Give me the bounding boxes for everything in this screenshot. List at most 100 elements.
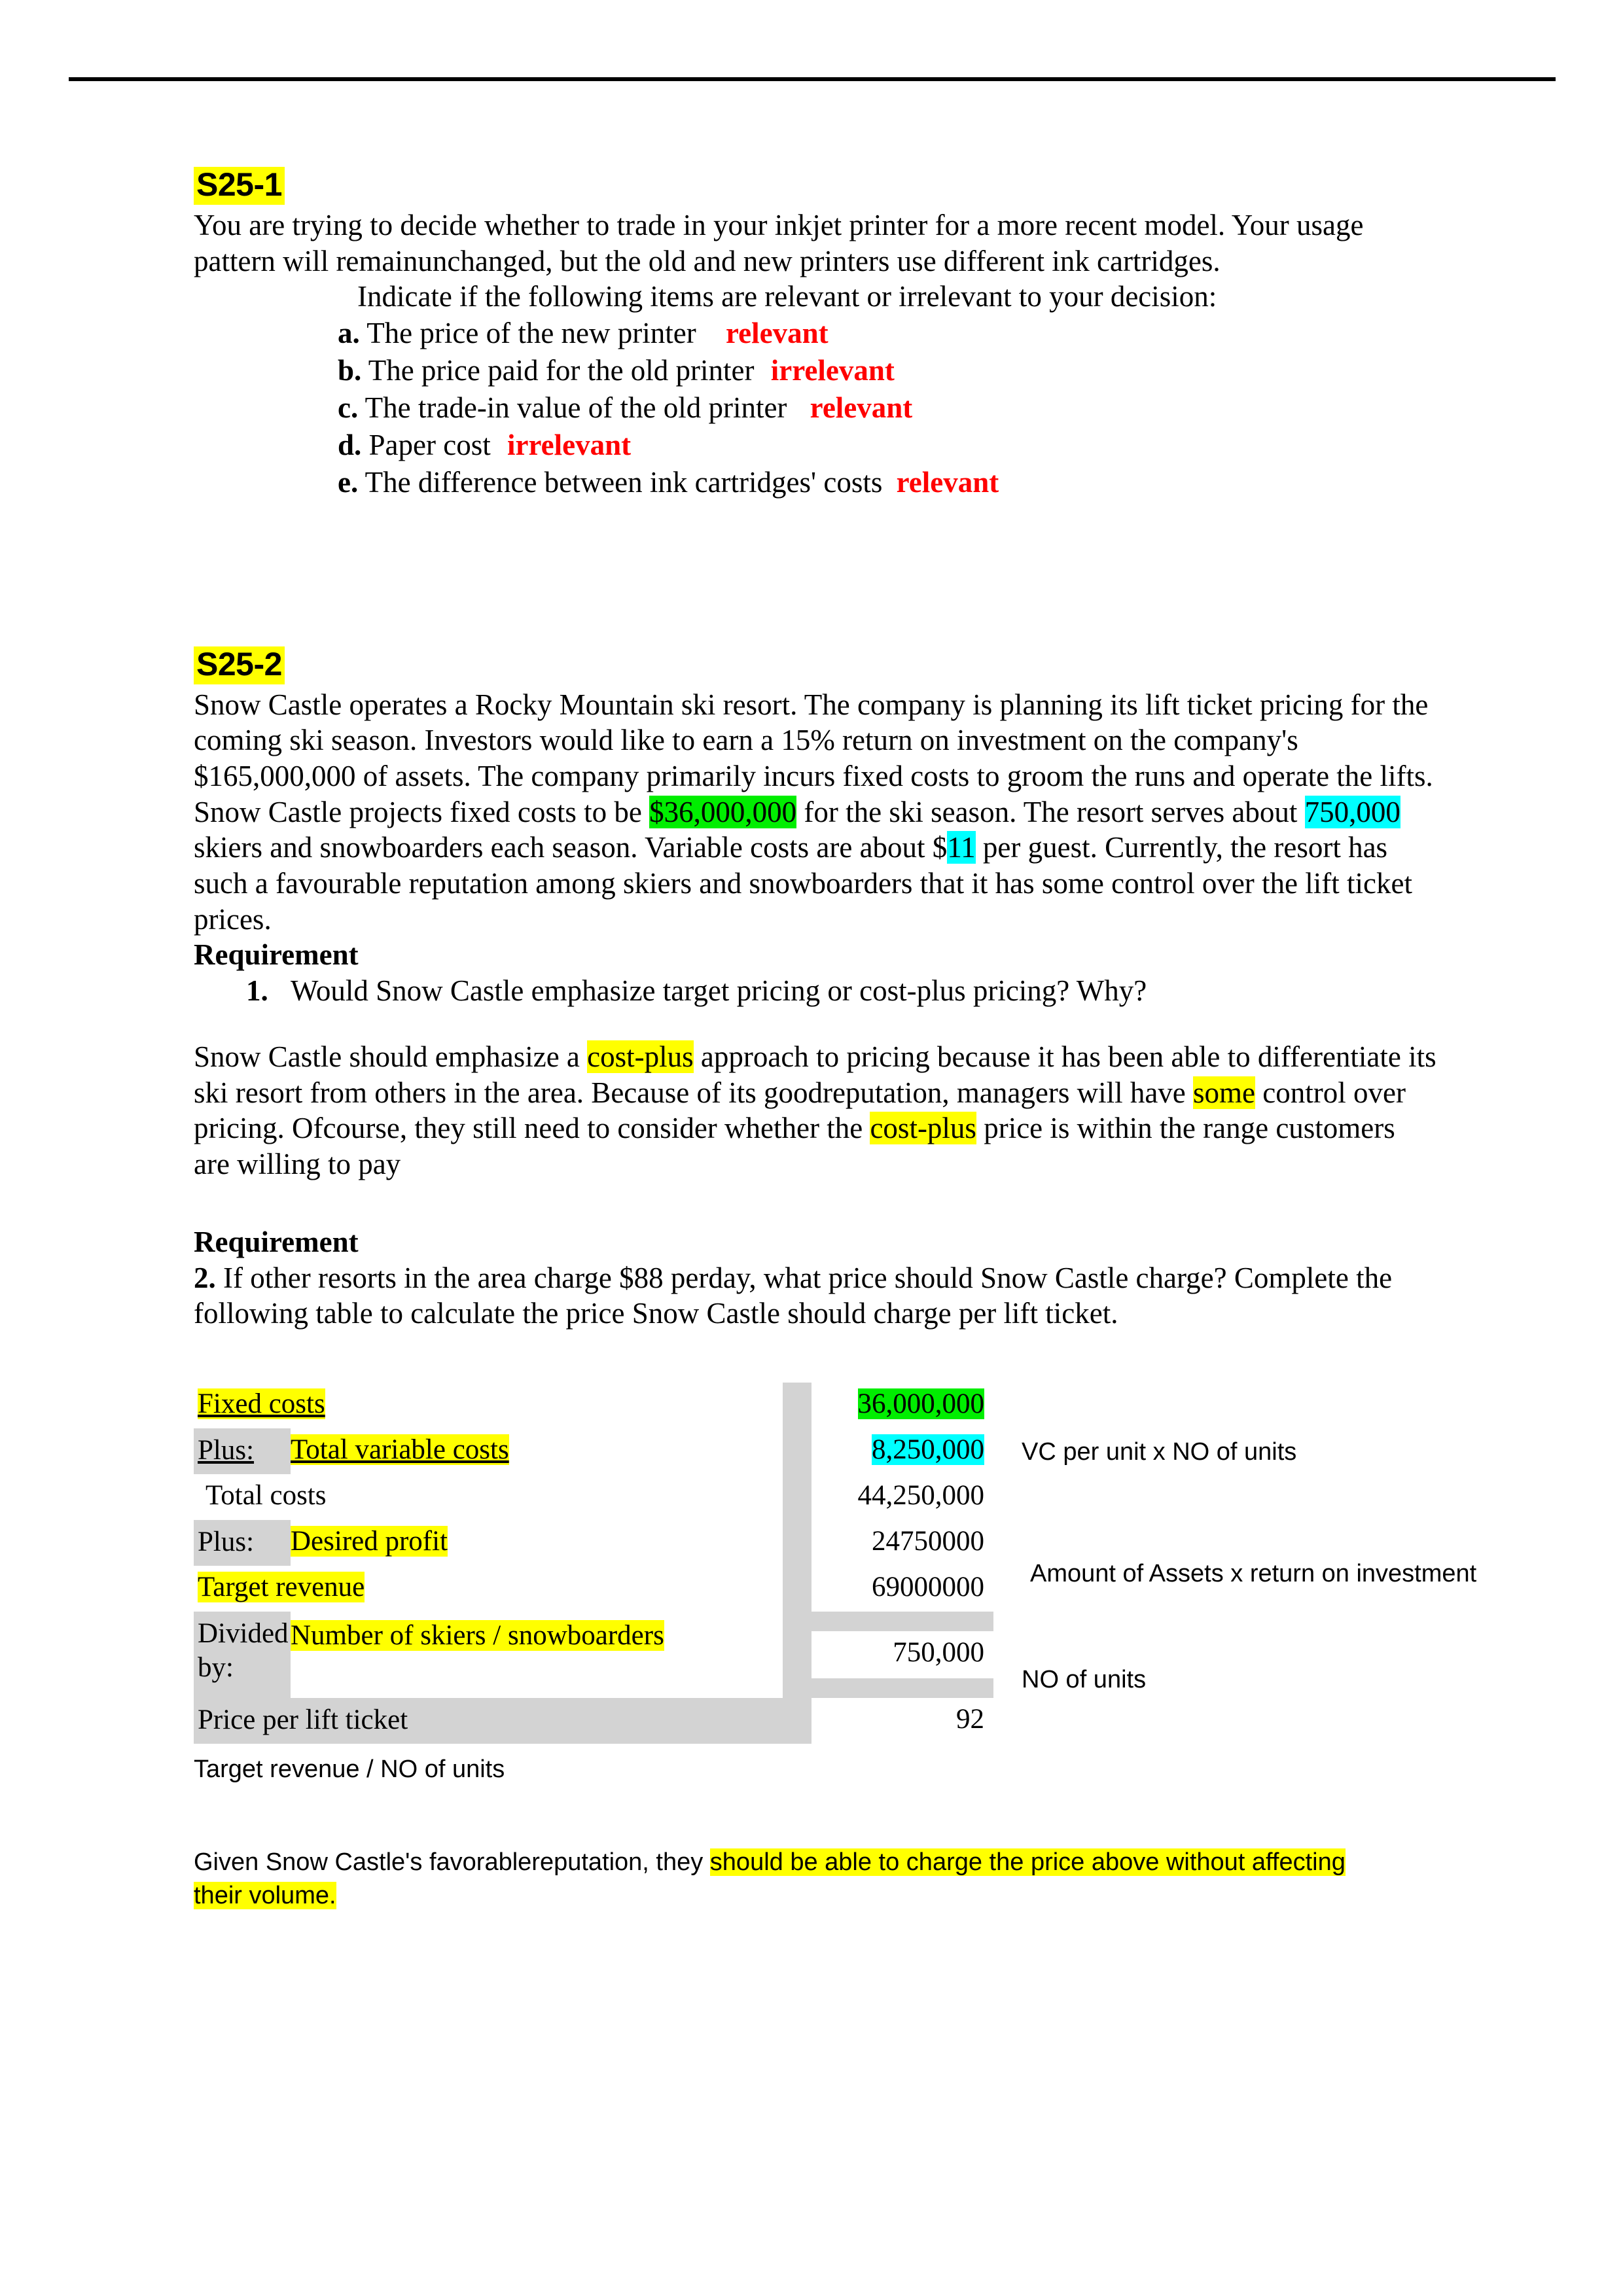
table-row: Plus: Desired profit 24750000 (194, 1520, 994, 1566)
row-label-cell: Fixed costs (194, 1383, 783, 1429)
table-spacer (194, 1332, 1437, 1383)
row-value-box: 69000000 (812, 1566, 994, 1612)
requirement-1-list: 1. Would Snow Castle emphasize target pri… (194, 973, 1437, 1009)
s25-2-body-paragraph: Snow Castle operates a Rocky Mountain sk… (194, 687, 1437, 938)
table-row: Fixed costs 36,000,000 (194, 1383, 994, 1429)
table-row: Total costs 44,250,000 (194, 1474, 994, 1521)
row-label-box: Total variable costs (291, 1428, 783, 1475)
row-label-box: Total costs (194, 1474, 783, 1521)
row-gap-cell (783, 1566, 812, 1612)
requirement-2-text: 2. If other resorts in the area charge $… (194, 1260, 1437, 1332)
row-value-box: 36,000,000 (812, 1383, 994, 1429)
answer-highlight-costplus-2: cost-plus (870, 1112, 976, 1145)
item-letter: d. (338, 428, 362, 461)
list-item: c. The trade-in value of the old printer… (194, 389, 1437, 427)
row-value-text: 750,000 (893, 1637, 985, 1669)
row-value-pad-bottom (812, 1678, 994, 1699)
answer-a1: Snow Castle should emphasize a (194, 1040, 588, 1074)
row-gap-cell (783, 1612, 812, 1699)
row-label-cell: Target revenue (194, 1566, 783, 1612)
row-gap-cell (783, 1383, 812, 1429)
calculation-table-wrapper: Fixed costs 36,000,000 Plus: Total varia… (194, 1383, 1476, 1744)
section-heading-s25-2: S25-2 (194, 646, 285, 684)
s25-1-item-list: a. The price of the new printer relevant… (194, 315, 1437, 501)
list-item: d. Paper cost irrelevant (194, 427, 1437, 464)
row-value-cell: 69000000 (812, 1566, 994, 1612)
variable-cost-highlight: 11 (947, 831, 976, 864)
row-value-cell: 24750000 (812, 1520, 994, 1566)
section-heading-s25-1: S25-1 (194, 167, 285, 205)
item-answer: irrelevant (770, 353, 895, 387)
row-label-box: Fixed costs (194, 1383, 783, 1429)
answer-spacer (194, 1009, 1437, 1031)
table-row: Target revenue 69000000 (194, 1566, 994, 1612)
item-letter: e. (338, 465, 359, 499)
row-value-pad-top (812, 1612, 994, 1632)
row-value-text: 92 (956, 1704, 985, 1735)
s25-1-intro: You are trying to decide whether to trad… (194, 207, 1437, 315)
table-row: Price per lift ticket 92 (194, 1698, 994, 1744)
row-label-cell: Number of skiers / snowboarders (291, 1612, 783, 1699)
item-answer: irrelevant (507, 428, 632, 461)
section-s25-1: S25-1 You are trying to decide whether t… (194, 167, 1437, 501)
row-label-text: Total variable costs (291, 1434, 509, 1466)
row-value-cell: 92 (812, 1698, 994, 1744)
row-value-box: 750,000 (812, 1631, 994, 1679)
table-row: Divided by: Number of skiers / snowboard… (194, 1612, 994, 1699)
annotation-target-revenue-formula: Target revenue / NO of units (194, 1756, 505, 1784)
requirement-2-number: 2. (194, 1261, 216, 1294)
row-label-box: Desired profit (291, 1520, 783, 1566)
row-value-box: 24750000 (812, 1520, 994, 1566)
s25-1-instruction: Indicate if the following items are rele… (357, 280, 1217, 313)
item-text: The price of the new printer (366, 317, 696, 350)
s25-1-intro-line1: You are trying to decide whether to trad… (194, 209, 1289, 241)
row-label-cell: Total costs (194, 1474, 783, 1521)
list-item: 1. Would Snow Castle emphasize target pri… (194, 973, 1437, 1009)
requirement-2-line1: If other resorts in the area charge $88 … (223, 1261, 1227, 1294)
item-letter: b. (338, 353, 362, 387)
annotation-assets-return: Amount of Assets x return on investment (1030, 1560, 1477, 1588)
row-value-text: 69000000 (872, 1572, 985, 1603)
row-value-box: 44,250,000 (812, 1474, 994, 1521)
row-value-box: 92 (812, 1698, 994, 1744)
section-spacer-2 (194, 599, 1437, 646)
item-answer: relevant (810, 391, 913, 424)
final-conclusion-paragraph: Given Snow Castle's favorablereputation,… (194, 1846, 1378, 1913)
row-prefix-text: Plus: (198, 1434, 255, 1466)
row-value-cell: 750,000 (812, 1612, 994, 1699)
row-value-cell: 8,250,000 (812, 1428, 994, 1475)
requirement-1-answer: Snow Castle should emphasize a cost-plus… (194, 1039, 1437, 1182)
answer-highlight-some: some (1193, 1076, 1256, 1109)
row-value-cell: 44,250,000 (812, 1474, 994, 1521)
list-item: b. The price paid for the old printer ir… (194, 352, 1437, 389)
row-value-box: 8,250,000 (812, 1428, 994, 1475)
item-answer: relevant (896, 465, 999, 499)
row-label-cell: Desired profit (291, 1520, 783, 1566)
table-row: Plus: Total variable costs 8,250,000 (194, 1428, 994, 1475)
document-page: S25-1 You are trying to decide whether t… (0, 0, 1623, 2296)
requirement-1-label: Requirement (194, 938, 359, 972)
requirement-1-number: 1. (246, 974, 268, 1008)
row-prefix-cell: Plus: (194, 1428, 291, 1475)
row-value-text: 36,000,000 (857, 1388, 985, 1420)
row-value-text: 24750000 (872, 1526, 985, 1557)
requirement-2-spacer (194, 1182, 1437, 1224)
annotation-no-of-units: NO of units (1022, 1666, 1147, 1694)
row-label-text: Price per lift ticket (198, 1704, 408, 1735)
row-label-text: Fixed costs (198, 1388, 325, 1420)
skiers-count-highlight: 750,000 (1304, 795, 1400, 828)
row-gap-cell (783, 1698, 812, 1744)
row-label-box: Number of skiers / snowboarders (291, 1612, 783, 1699)
item-text: The trade-in value of the old printer (365, 391, 787, 424)
row-label-box: Target revenue (194, 1566, 783, 1612)
row-label-text: Number of skiers / snowboarders (291, 1620, 664, 1651)
s25-2-body-t2: for the ski season. The resort serves ab… (796, 795, 1305, 828)
item-text: The price paid for the old printer (368, 353, 755, 387)
price-calculation-table: Fixed costs 36,000,000 Plus: Total varia… (194, 1383, 994, 1744)
row-prefix-text: Divided by: (198, 1618, 289, 1683)
row-prefix-cell: Plus: (194, 1520, 291, 1566)
list-item: e. The difference between ink cartridges… (194, 464, 1437, 501)
row-value-text: 8,250,000 (872, 1434, 985, 1466)
row-gap-cell (783, 1474, 812, 1521)
row-label-text: Total costs (205, 1480, 327, 1511)
